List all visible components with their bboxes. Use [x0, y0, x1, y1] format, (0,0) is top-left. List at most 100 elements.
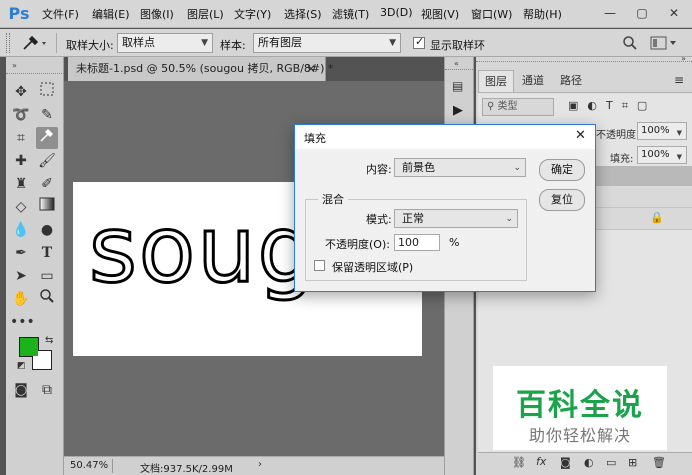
close-tab-icon[interactable]: ✕ [306, 57, 316, 81]
restore-button[interactable]: ▢ [628, 4, 656, 22]
close-window-button[interactable]: ✕ [660, 4, 688, 22]
opacity-input[interactable]: 100 [394, 234, 440, 251]
minimize-button[interactable]: — [596, 4, 624, 22]
layer-fill-label: 填充: [610, 154, 634, 165]
menu-bar: Ps 文件(F) 编辑(E) 图像(I) 图层(L) 文字(Y) 选择(S) 滤… [0, 0, 692, 28]
menu-select[interactable]: 选择(S) [284, 6, 322, 22]
chevron-down-icon: ▼ [676, 129, 682, 137]
menu-image[interactable]: 图像(I) [140, 6, 174, 22]
lasso-tool-icon[interactable]: ➰ [10, 104, 32, 126]
panel-menu-icon[interactable]: ≡ [674, 73, 684, 87]
eyedropper-tool-preset[interactable] [20, 34, 50, 52]
gradient-tool-icon[interactable] [36, 196, 58, 218]
foreground-color-fill [20, 338, 38, 356]
history-panel-icon[interactable]: ▤ [452, 79, 463, 93]
divider [112, 459, 113, 473]
options-grip [6, 33, 10, 53]
eyedropper-icon [23, 35, 46, 50]
panel-collapse-icon[interactable]: » [12, 61, 17, 70]
status-menu-chevron-icon[interactable]: › [258, 459, 262, 470]
link-layers-icon[interactable]: ⛓ [512, 456, 526, 469]
sample-value: 所有图层 [258, 36, 302, 49]
menu-layer[interactable]: 图层(L) [187, 6, 224, 22]
blur-tool-icon[interactable]: 💧 [10, 219, 32, 241]
menu-file[interactable]: 文件(F) [42, 6, 79, 22]
reset-button[interactable]: 复位 [539, 189, 585, 211]
healing-brush-tool-icon[interactable]: ✚ [10, 150, 32, 172]
pen-tool-icon[interactable]: ✒ [10, 242, 32, 264]
new-layer-icon[interactable]: ⊞ [628, 456, 637, 469]
quick-mask-icon[interactable]: ◙ [10, 379, 32, 401]
actions-play-icon[interactable]: ▶ [453, 103, 463, 118]
watermark: 百科全说 助你轻松解决 [493, 366, 667, 450]
zoom-level[interactable]: 50.47% [70, 460, 108, 471]
add-mask-icon[interactable]: ◙ [560, 456, 571, 469]
menu-edit[interactable]: 编辑(E) [92, 6, 130, 22]
eyedropper-tool-icon[interactable] [36, 127, 58, 149]
layer-opacity-label: 不透明度: [596, 130, 640, 141]
opacity-label: 不透明度(O): [325, 238, 390, 251]
move-tool-icon[interactable]: ✥ [10, 81, 32, 103]
workspace-switcher[interactable] [650, 35, 680, 51]
show-ring-label: 显示取样环 [430, 39, 485, 52]
menu-type[interactable]: 文字(Y) [234, 6, 271, 22]
mode-select[interactable]: 正常 ⌄ [394, 209, 518, 228]
clone-stamp-tool-icon[interactable]: ♜ [10, 173, 32, 195]
menu-window[interactable]: 窗口(W) [471, 6, 512, 22]
layer-filter-value: 类型 [497, 101, 518, 112]
type-tool-icon[interactable]: T [36, 242, 58, 264]
zoom-tool-icon[interactable] [36, 288, 58, 310]
swap-colors-icon[interactable]: ⇆ [45, 335, 53, 346]
panel-grip [476, 61, 692, 62]
layer-opacity-value: 100% [641, 125, 670, 136]
opacity-unit: % [449, 236, 460, 249]
sample-select[interactable]: 所有图层 ▼ [253, 33, 401, 53]
layer-fill-field[interactable]: 100% ▼ [637, 146, 687, 164]
menu-view[interactable]: 视图(V) [421, 6, 459, 22]
dialog-close-icon[interactable]: ✕ [575, 128, 586, 143]
layer-filter-icons[interactable]: ▣◐T⌗▢ [568, 99, 656, 113]
layer-opacity-field[interactable]: 100% ▼ [637, 122, 687, 140]
ok-button[interactable]: 确定 [539, 159, 585, 181]
panel-collapse-icon[interactable]: » [681, 54, 686, 63]
sample-size-value: 取样点 [122, 36, 155, 49]
new-group-icon[interactable]: ▭ [606, 456, 616, 469]
panel-grip [445, 69, 473, 70]
preserve-transparency-checkbox[interactable] [314, 260, 325, 271]
marquee-tool-icon[interactable] [36, 81, 58, 103]
eraser-tool-icon[interactable]: ◇ [10, 196, 32, 218]
dodge-tool-icon[interactable]: ● [36, 219, 58, 241]
dialog-titlebar[interactable]: 填充 ✕ [295, 125, 595, 149]
panel-collapse-icon[interactable]: « [454, 59, 459, 68]
edit-toolbar-icon[interactable]: ••• [10, 311, 35, 333]
hand-tool-icon[interactable]: ✋ [10, 288, 32, 310]
sample-size-select[interactable]: 取样点 ▼ [117, 33, 213, 53]
adjustment-layer-icon[interactable]: ◐ [584, 456, 594, 469]
default-colors-icon[interactable]: ◩ [17, 361, 26, 371]
rectangle-tool-icon[interactable]: ▭ [36, 265, 58, 287]
menu-3d[interactable]: 3D(D) [380, 6, 413, 19]
fx-icon[interactable]: fx [536, 455, 546, 468]
crop-tool-icon[interactable]: ⌗ [10, 127, 32, 149]
content-select[interactable]: 前景色 ⌄ [394, 158, 526, 177]
show-ring-checkbox[interactable] [413, 35, 425, 49]
menu-filter[interactable]: 滤镜(T) [332, 6, 369, 22]
history-brush-tool-icon[interactable]: ✐ [36, 173, 58, 195]
tab-layers[interactable]: 图层 [478, 70, 514, 92]
screen-mode-icon[interactable]: ⧉ [36, 379, 58, 401]
blend-group-label: 混合 [318, 191, 348, 207]
tab-channels[interactable]: 通道 [516, 70, 550, 92]
magic-wand-tool-icon[interactable]: ✎ [36, 104, 58, 126]
brush-tool-icon[interactable]: 🖌 [36, 150, 58, 172]
tab-paths[interactable]: 路径 [554, 70, 588, 92]
menu-help[interactable]: 帮助(H) [523, 6, 562, 22]
search-icon[interactable] [622, 35, 638, 51]
trash-icon[interactable]: 🗑 [652, 456, 666, 469]
path-selection-tool-icon[interactable]: ➤ [10, 265, 32, 287]
sample-label: 样本: [220, 39, 246, 52]
content-label: 内容: [366, 163, 392, 176]
workspace-icon [650, 36, 676, 50]
document-tab[interactable]: 未标题-1.psd @ 50.5% (sougou 拷贝, RGB/8#) * [68, 57, 333, 81]
layer-filter-select[interactable]: ⚲ 类型 [482, 98, 554, 116]
options-bar: 取样大小: 取样点 ▼ 样本: 所有图层 ▼ 显示取样环 [0, 29, 692, 57]
